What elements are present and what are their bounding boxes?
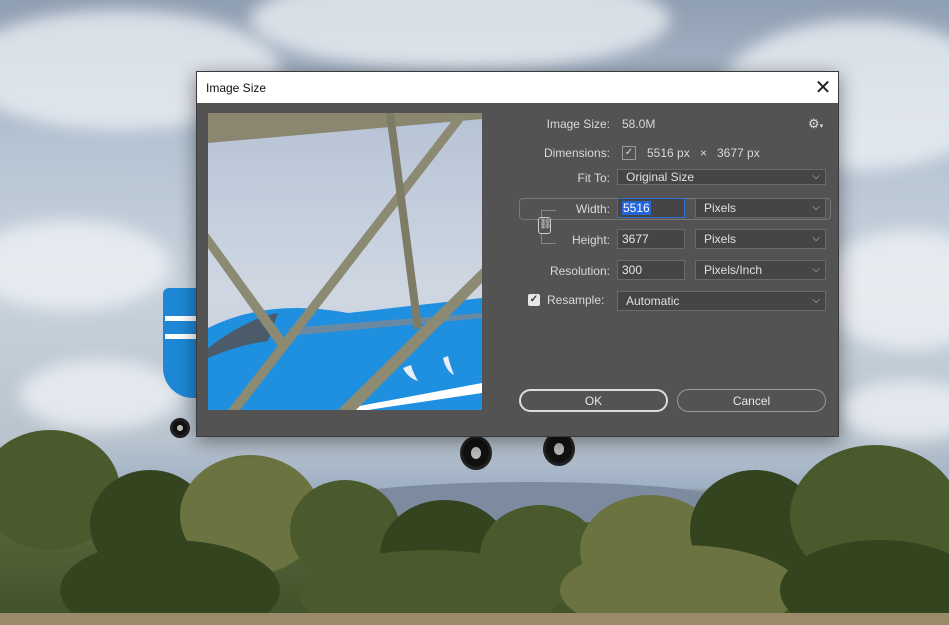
preview-image xyxy=(208,113,482,410)
resolution-value: 300 xyxy=(622,263,643,277)
dialog-title: Image Size xyxy=(206,80,267,95)
resample-checkbox[interactable]: ✓ xyxy=(528,294,540,306)
width-input[interactable]: 5516 xyxy=(617,198,685,218)
width-unit: Pixels xyxy=(704,201,737,215)
resample-select[interactable]: Automatic ⌵ xyxy=(617,291,826,311)
width-value: 5516 xyxy=(622,201,651,215)
height-unit: Pixels xyxy=(704,232,737,246)
image-preview[interactable] xyxy=(208,113,482,410)
chevron-down-icon: ⌵ xyxy=(812,202,820,213)
dimensions-width: 5516 px xyxy=(647,146,690,160)
fit-to-value: Original Size xyxy=(626,170,695,184)
title-bar: Image Size ✕ xyxy=(197,72,838,103)
image-size-label: Image Size: xyxy=(546,117,610,131)
height-value: 3677 xyxy=(622,232,649,246)
dimensions-times: × xyxy=(700,146,708,160)
image-size-value: 58.0M xyxy=(622,117,656,131)
dimensions-label: Dimensions: xyxy=(543,146,610,160)
resolution-unit-select[interactable]: Pixels/Inch ⌵ xyxy=(695,260,826,280)
height-label: Height: xyxy=(571,233,610,247)
chevron-down-icon: ⌵ xyxy=(812,233,820,244)
resolution-label: Resolution: xyxy=(549,264,610,278)
resample-value: Automatic xyxy=(626,294,680,308)
dimensions-height: 3677 px xyxy=(717,146,760,160)
height-input[interactable]: 3677 xyxy=(617,229,685,249)
resolution-input[interactable]: 300 xyxy=(617,260,685,280)
fit-to-select[interactable]: Original Size ⌵ xyxy=(617,169,826,185)
image-size-dialog: Image Size ✕ Image Size: 58.0M ⚙▾ Dimens… xyxy=(196,71,839,437)
chevron-down-icon: ⌵ xyxy=(812,295,820,306)
gear-icon[interactable]: ⚙▾ xyxy=(808,116,823,132)
airplane-tail xyxy=(163,288,199,398)
resample-label: Resample: xyxy=(547,293,605,307)
chevron-down-icon: ⌵ xyxy=(812,264,820,275)
fit-to-label: Fit To: xyxy=(577,171,610,185)
chevron-down-icon[interactable]: ✓ xyxy=(622,146,636,160)
ok-button[interactable]: OK xyxy=(519,389,668,412)
cancel-button[interactable]: Cancel xyxy=(677,389,826,412)
chevron-down-icon: ⌵ xyxy=(812,171,820,182)
height-unit-select[interactable]: Pixels ⌵ xyxy=(695,229,826,249)
resolution-unit: Pixels/Inch xyxy=(704,263,763,277)
close-icon[interactable]: ✕ xyxy=(808,73,838,103)
chain-link-icon[interactable]: ⛓ xyxy=(538,217,552,234)
width-unit-select[interactable]: Pixels ⌵ xyxy=(695,198,826,218)
